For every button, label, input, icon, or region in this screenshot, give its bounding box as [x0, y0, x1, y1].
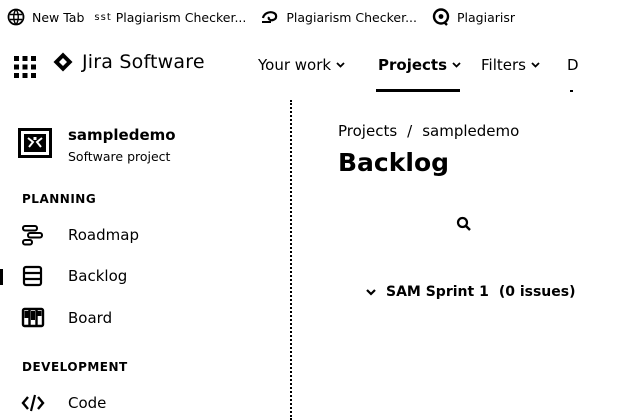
project-avatar-icon: [18, 128, 52, 158]
bookmark-plagiarism-3-label: Plagiarisr: [457, 9, 516, 25]
sprint-issue-count: (0 issues): [498, 284, 576, 300]
nav-active-indicator: [376, 89, 460, 92]
nav-dashboards-partial[interactable]: D: [567, 56, 579, 74]
selected-item-marker: [0, 269, 3, 285]
sprint-name: SAM Sprint 1: [386, 284, 489, 300]
bookmark-new-tab-label: New Tab: [32, 9, 85, 25]
nav-filters-label: Filters: [481, 56, 526, 74]
sidebar-item-code-label: Code: [68, 394, 107, 412]
bookmarks-bar: New Tab sst Plagiarism Checker... Plagia…: [0, 0, 634, 34]
sidebar-item-code[interactable]: Code: [20, 392, 106, 414]
development-heading: DEVELOPMENT: [22, 360, 128, 374]
globe-icon: [7, 8, 25, 26]
page-title: Backlog: [338, 148, 450, 177]
nav-filters[interactable]: Filters: [481, 56, 540, 74]
chevron-down-icon: [366, 288, 376, 296]
sidebar-item-board-label: Board: [68, 309, 113, 327]
project-header[interactable]: sampledemo Software project: [18, 126, 176, 164]
chevron-down-icon: [336, 62, 345, 68]
app-switcher-icon[interactable]: [12, 54, 38, 80]
sidebar-item-roadmap-label: Roadmap: [68, 226, 139, 244]
top-navigation: Jira Software Your work Projects Filters…: [0, 34, 634, 96]
bookmark-new-tab[interactable]: New Tab: [6, 7, 84, 27]
bookmark-plagiarism-2[interactable]: Plagiarism Checker...: [260, 7, 417, 27]
breadcrumb-separator: /: [407, 122, 413, 140]
project-type: Software project: [68, 149, 171, 164]
product-home-link[interactable]: Jira Software: [52, 51, 205, 73]
breadcrumb-projects[interactable]: Projects: [338, 122, 397, 140]
main-content: Projects / sampledemo Backlog SAM Sprint…: [292, 96, 634, 420]
sidebar-item-roadmap[interactable]: Roadmap: [20, 224, 139, 246]
nav-your-work[interactable]: Your work: [258, 56, 345, 74]
planning-heading: PLANNING: [22, 192, 97, 206]
bookmark-plagiarism-1-label: Plagiarism Checker...: [115, 9, 247, 25]
search-icon[interactable]: [456, 216, 472, 232]
chat-logo-icon: [432, 8, 450, 26]
bookmark-plagiarism-3[interactable]: Plagiarisr: [431, 7, 515, 27]
sprint-header[interactable]: SAM Sprint 1 (0 issues): [366, 284, 575, 300]
nav-edge-mark: [570, 90, 573, 92]
jira-logo-icon: [53, 52, 73, 72]
chevron-down-icon: [452, 62, 461, 68]
swirl-logo-icon: [262, 11, 278, 23]
project-sidebar: sampledemo Software project PLANNING Roa…: [0, 96, 292, 420]
chevron-down-icon: [531, 62, 540, 68]
project-name: sampledemo: [68, 126, 176, 144]
backlog-icon: [22, 265, 43, 287]
nav-projects[interactable]: Projects: [378, 56, 461, 74]
product-name: Jira Software: [82, 51, 205, 73]
breadcrumb-project[interactable]: sampledemo: [422, 122, 519, 140]
sidebar-item-backlog[interactable]: Backlog: [20, 265, 127, 287]
bookmark-plagiarism-2-label: Plagiarism Checker...: [286, 9, 417, 25]
sidebar-item-board[interactable]: Board: [20, 307, 112, 329]
bookmark-plagiarism-1[interactable]: Plagiarism Checker...: [116, 10, 247, 25]
code-icon: [21, 394, 45, 412]
breadcrumb: Projects / sampledemo: [338, 122, 519, 140]
nav-projects-label: Projects: [378, 56, 448, 74]
nav-your-work-label: Your work: [258, 56, 332, 74]
sidebar-item-backlog-label: Backlog: [68, 267, 128, 285]
bookmark-partial-label[interactable]: sst: [94, 12, 111, 23]
roadmap-icon: [22, 225, 43, 246]
board-icon: [21, 307, 45, 328]
